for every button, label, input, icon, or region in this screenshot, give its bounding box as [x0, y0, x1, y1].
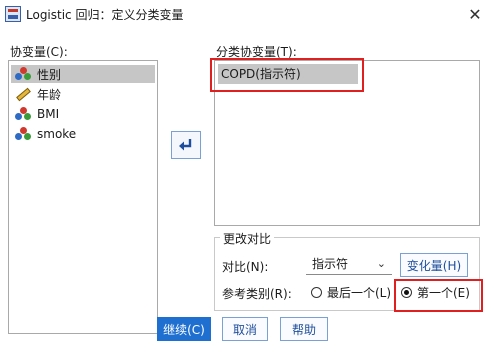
close-button[interactable]: ✕ [464, 4, 486, 26]
covariates-label: 协变量(C): [10, 45, 68, 59]
list-item-gender[interactable]: 性别 [11, 65, 155, 83]
radio-button-unchecked[interactable] [311, 287, 322, 298]
continue-button[interactable]: 继续(C) [157, 317, 211, 341]
variable-name: smoke [37, 127, 77, 141]
title-bar: Logistic 回归：定义分类变量 ✕ [0, 0, 492, 30]
nominal-variable-icon [15, 66, 31, 82]
change-contrast-title: 更改对比 [220, 230, 275, 247]
reference-category-label: 参考类别(R): [222, 287, 292, 301]
contrast-value: 指示符 [312, 257, 349, 271]
scale-variable-icon [15, 86, 31, 102]
radio-last[interactable]: 最后一个(L) [311, 284, 391, 301]
contrast-select[interactable]: 指示符 ⌄ [306, 253, 392, 275]
list-item-bmi[interactable]: BMI [11, 105, 155, 123]
change-contrast-button[interactable]: 变化量(H) [400, 253, 468, 277]
list-item-age[interactable]: 年龄 [11, 85, 155, 103]
chevron-down-icon: ⌄ [376, 257, 386, 270]
highlight-box-copd [210, 58, 364, 92]
spss-app-icon [5, 6, 21, 22]
cancel-button[interactable]: 取消 [222, 317, 268, 341]
contrast-label: 对比(N): [222, 260, 269, 274]
highlight-box-first [394, 279, 483, 312]
covariates-list[interactable]: 性别 年龄 BMI smoke [8, 60, 158, 334]
list-item-smoke[interactable]: smoke [11, 125, 155, 143]
move-left-arrow-icon [179, 139, 192, 151]
nominal-variable-icon [15, 106, 31, 122]
variable-name: 性别 [37, 67, 62, 82]
variable-name: BMI [37, 107, 60, 121]
nominal-variable-icon [15, 126, 31, 142]
help-button[interactable]: 帮助 [280, 317, 328, 341]
variable-name: 年龄 [37, 87, 62, 102]
radio-last-label: 最后一个(L) [327, 286, 392, 300]
window-title: Logistic 回归：定义分类变量 [26, 8, 184, 22]
move-variable-button[interactable] [171, 131, 201, 159]
